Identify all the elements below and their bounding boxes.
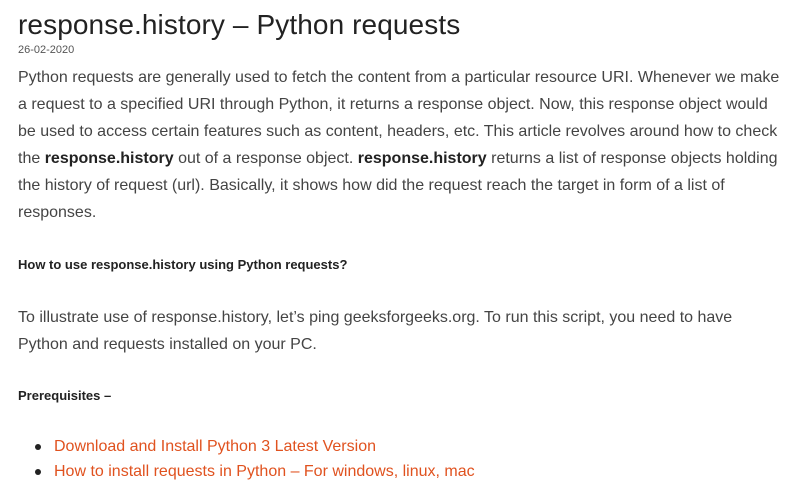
link-install-python[interactable]: Download and Install Python 3 Latest Ver… [54,438,376,455]
illustration-paragraph: To illustrate use of response.history, l… [18,309,733,353]
list-item: How to install requests in Python – For … [35,459,786,484]
section-heading-usage: How to use response.history using Python… [18,257,348,272]
section-heading-prerequisites: Prerequisites – [18,388,112,403]
publish-date: 26-02-2020 [18,44,75,56]
bullet-icon [35,469,41,475]
page-title: response.history – Python requests [18,9,461,40]
bullet-icon [35,444,41,450]
list-item: Download and Install Python 3 Latest Ver… [35,434,786,459]
link-install-requests[interactable]: How to install requests in Python – For … [54,463,475,480]
prerequisites-list: Download and Install Python 3 Latest Ver… [18,434,786,484]
intro-paragraph: Python requests are generally used to fe… [18,64,786,226]
article: response.history – Python requests 26-02… [0,0,804,484]
intro-bold-term-1: response.history [44,150,174,167]
intro-text-2: out of a response object. [173,150,358,167]
intro-bold-term-2: response.history [357,150,487,167]
